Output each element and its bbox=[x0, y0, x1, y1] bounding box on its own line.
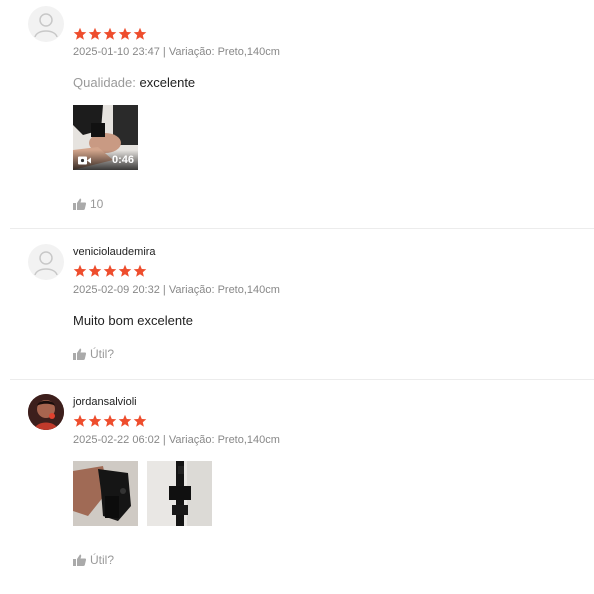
review-photo-thumbnail[interactable] bbox=[73, 461, 138, 526]
review-meta: 2025-02-09 20:32 | Variação: Preto,140cm bbox=[73, 284, 280, 296]
star-icon bbox=[133, 27, 147, 40]
review-text: Muito bom excelente bbox=[73, 313, 193, 328]
review-divider bbox=[10, 379, 594, 380]
variation-value: Preto,140cm bbox=[217, 46, 280, 58]
variation-value: Preto,140cm bbox=[217, 284, 280, 296]
star-rating bbox=[73, 414, 147, 428]
star-icon bbox=[118, 264, 132, 277]
thumbs-up-icon bbox=[73, 554, 86, 566]
review-quality: Qualidade: excelente bbox=[73, 75, 195, 90]
user-silhouette-icon bbox=[34, 251, 58, 276]
star-icon bbox=[88, 27, 102, 40]
review-photo-thumbnail[interactable] bbox=[147, 461, 212, 526]
review-divider bbox=[10, 228, 594, 229]
variation-label: Variação: bbox=[168, 434, 215, 446]
like-button[interactable]: 10 bbox=[73, 197, 103, 211]
video-duration: 0:46 bbox=[111, 154, 134, 166]
star-icon bbox=[118, 27, 132, 40]
star-icon bbox=[133, 414, 147, 427]
star-icon bbox=[103, 414, 117, 427]
variation-label: Variação: bbox=[168, 284, 215, 296]
star-icon bbox=[73, 414, 87, 427]
quality-value: excelente bbox=[139, 75, 196, 90]
video-overlay: 0:46 bbox=[73, 150, 138, 170]
avatar[interactable] bbox=[28, 6, 64, 42]
variation-value: Preto,140cm bbox=[217, 434, 280, 446]
like-count: 10 bbox=[90, 197, 104, 211]
star-icon bbox=[103, 264, 117, 277]
star-icon bbox=[73, 27, 87, 40]
star-icon bbox=[73, 264, 87, 277]
star-rating bbox=[73, 264, 147, 278]
review-photo bbox=[73, 461, 138, 526]
star-icon bbox=[133, 264, 147, 277]
star-icon bbox=[103, 27, 117, 40]
star-icon bbox=[88, 414, 102, 427]
review-video-thumbnail[interactable]: 0:46 bbox=[73, 105, 138, 170]
reviewer-username[interactable]: jordansalvioli bbox=[73, 396, 137, 408]
thumbs-up-icon bbox=[73, 348, 86, 360]
avatar[interactable] bbox=[28, 394, 64, 430]
helpful-label: Útil? bbox=[90, 553, 115, 567]
reviewer-username[interactable]: veniciolaudemira bbox=[73, 246, 156, 258]
review-meta: 2025-02-22 06:02 | Variação: Preto,140cm bbox=[73, 434, 280, 446]
user-photo bbox=[28, 394, 64, 430]
helpful-label: Útil? bbox=[90, 347, 115, 361]
quality-label: Qualidade: bbox=[73, 75, 136, 90]
star-icon bbox=[88, 264, 102, 277]
variation-label: Variação: bbox=[168, 46, 215, 58]
video-camera-icon bbox=[78, 156, 91, 165]
review-timestamp: 2025-02-22 06:02 bbox=[73, 434, 160, 446]
review-photo bbox=[147, 461, 212, 526]
star-rating bbox=[73, 27, 147, 41]
review-meta: 2025-01-10 23:47 | Variação: Preto,140cm bbox=[73, 46, 280, 58]
helpful-button[interactable]: Útil? bbox=[73, 347, 114, 361]
user-silhouette-icon bbox=[34, 13, 58, 38]
thumbs-up-icon bbox=[73, 198, 86, 210]
avatar[interactable] bbox=[28, 244, 64, 280]
review-timestamp: 2025-01-10 23:47 bbox=[73, 46, 160, 58]
helpful-button[interactable]: Útil? bbox=[73, 553, 114, 567]
star-icon bbox=[118, 414, 132, 427]
review-timestamp: 2025-02-09 20:32 bbox=[73, 284, 160, 296]
